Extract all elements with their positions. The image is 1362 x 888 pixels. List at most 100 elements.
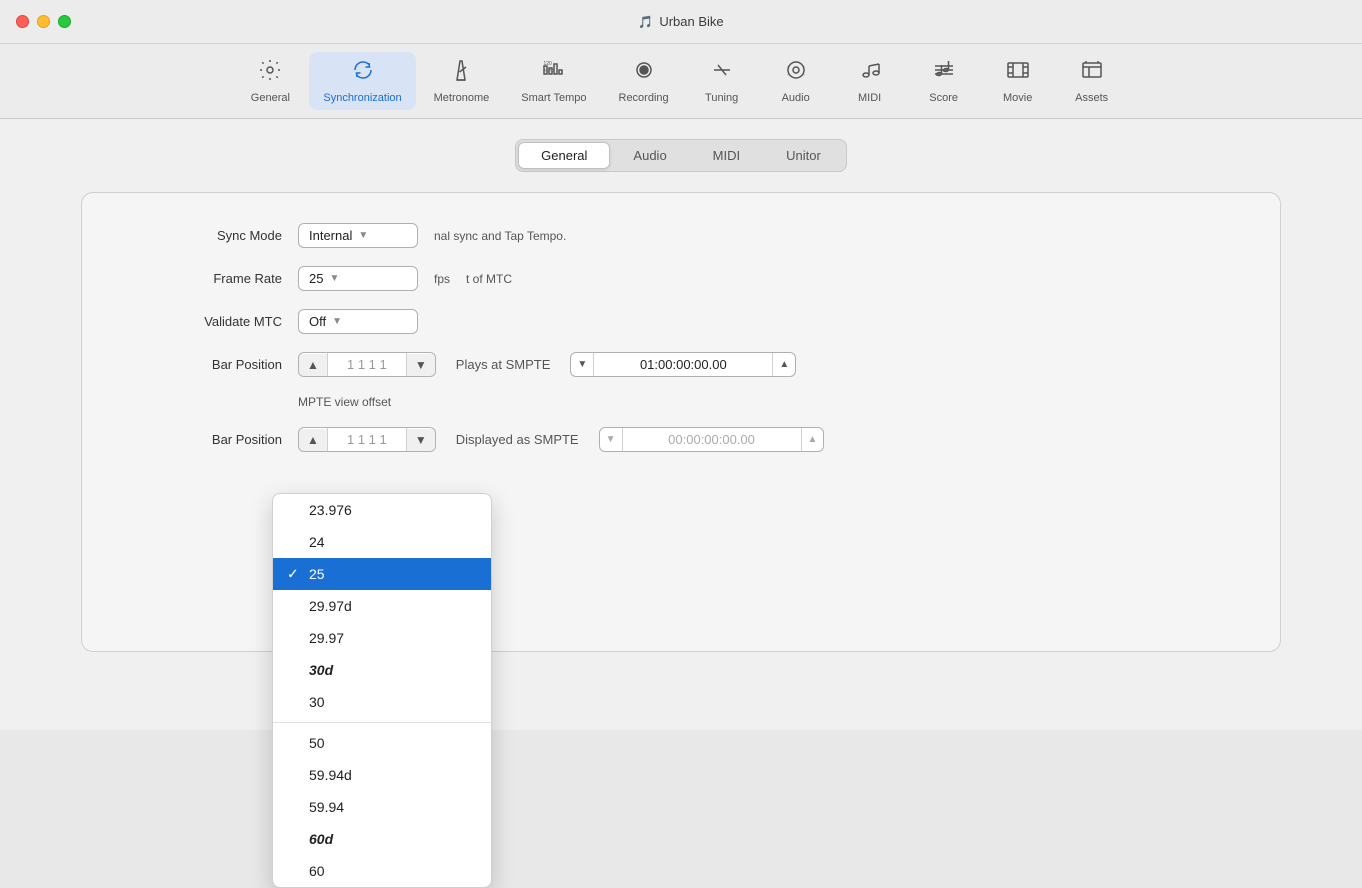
gear-icon — [258, 58, 282, 88]
toolbar-item-recording[interactable]: Recording — [605, 52, 683, 110]
sync-icon — [351, 58, 375, 88]
smpte-view-offset-label: MPTE view offset — [298, 395, 391, 409]
bar-position-row-1: Bar Position ▲ 1 1 1 1 ▼ Plays at SMPTE … — [122, 352, 1240, 377]
frame-rate-description: t of MTC — [466, 272, 512, 286]
smpte-up-btn-2[interactable]: ▲ — [802, 430, 824, 449]
sync-mode-label: Sync Mode — [122, 228, 282, 243]
toolbar-item-synchronization[interactable]: Synchronization — [309, 52, 415, 110]
sync-mode-control: Internal ▼ nal sync and Tap Tempo. — [298, 223, 566, 248]
score-icon — [932, 58, 956, 88]
dropdown-label-2997d: 29.97d — [309, 598, 352, 614]
displayed-as-smpte-field: ▼ 00:00:00:00.00 ▲ — [599, 427, 825, 452]
frame-rate-unit: fps — [434, 272, 450, 286]
dropdown-arrow-icon-3: ▼ — [332, 316, 342, 327]
plays-at-smpte-value: 01:00:00:00.00 — [593, 353, 773, 376]
tab-general[interactable]: General — [518, 142, 610, 169]
sync-mode-row: Sync Mode Internal ▼ nal sync and Tap Te… — [122, 223, 1240, 248]
metronome-icon — [449, 58, 473, 88]
validate-mtc-control: Off ▼ — [298, 309, 418, 334]
bar-position-down-btn-1[interactable]: ▼ — [407, 354, 435, 376]
bar-position-stepper-2: ▲ 1 1 1 1 ▼ — [298, 427, 436, 452]
sync-mode-value: Internal — [309, 228, 352, 243]
dropdown-item-25[interactable]: ✓ 25 — [273, 558, 491, 590]
tuning-icon — [710, 58, 734, 88]
bar-position-stepper-1: ▲ 1 1 1 1 ▼ — [298, 352, 436, 377]
dropdown-label-30d: 30d — [309, 662, 333, 678]
toolbar-item-audio[interactable]: Audio — [761, 52, 831, 110]
dropdown-item-60[interactable]: 60 — [273, 855, 491, 887]
toolbar-item-score[interactable]: Score — [909, 52, 979, 110]
dropdown-label-60: 60 — [309, 863, 325, 879]
tab-bar: General Audio MIDI Unitor — [515, 139, 847, 172]
toolbar-item-midi[interactable]: MIDI — [835, 52, 905, 110]
plays-at-smpte-label: Plays at SMPTE — [456, 357, 551, 372]
close-button[interactable] — [16, 15, 29, 28]
dropdown-item-24[interactable]: 24 — [273, 526, 491, 558]
settings-panel: Sync Mode Internal ▼ nal sync and Tap Te… — [81, 192, 1281, 652]
sync-mode-dropdown[interactable]: Internal ▼ — [298, 223, 418, 248]
validate-mtc-dropdown[interactable]: Off ▼ — [298, 309, 418, 334]
tab-unitor[interactable]: Unitor — [763, 142, 844, 169]
window-title: 🎵 Urban Bike — [638, 14, 723, 29]
toolbar-item-tuning[interactable]: Tuning — [687, 52, 757, 110]
toolbar-label-tuning: Tuning — [705, 92, 738, 104]
dropdown-item-30[interactable]: 30 — [273, 686, 491, 718]
bar-position-control-1: ▲ 1 1 1 1 ▼ Plays at SMPTE ▼ 01:00:00:00… — [298, 352, 796, 377]
validate-mtc-row: Validate MTC Off ▼ — [122, 309, 1240, 334]
dropdown-item-23976[interactable]: 23.976 — [273, 494, 491, 526]
dropdown-item-5994d[interactable]: 59.94d — [273, 759, 491, 791]
dropdown-label-50: 50 — [309, 735, 325, 751]
audio-icon — [784, 58, 808, 88]
toolbar-label-audio: Audio — [782, 92, 810, 104]
frame-rate-value: 25 — [309, 271, 323, 286]
tab-midi[interactable]: MIDI — [690, 142, 763, 169]
title-bar: 🎵 Urban Bike — [0, 0, 1362, 44]
tab-audio[interactable]: Audio — [610, 142, 689, 169]
frame-rate-dropdown[interactable]: 25 ▼ — [298, 266, 418, 291]
window-title-text: Urban Bike — [659, 14, 723, 29]
toolbar-item-smart-tempo[interactable]: 120 AUTO Smart Tempo — [507, 52, 600, 110]
frame-rate-label: Frame Rate — [122, 271, 282, 286]
bar-position-down-btn-2[interactable]: ▼ — [407, 429, 435, 451]
dropdown-item-5994[interactable]: 59.94 — [273, 791, 491, 823]
smpte-down-btn-2[interactable]: ▼ — [600, 430, 622, 449]
toolbar-label-smart-tempo: Smart Tempo — [521, 92, 586, 104]
bar-position-up-btn-2[interactable]: ▲ — [299, 429, 327, 451]
assets-icon — [1080, 58, 1104, 88]
dropdown-divider — [273, 722, 491, 723]
dropdown-item-50[interactable]: 50 — [273, 727, 491, 759]
bar-position-up-btn-1[interactable]: ▲ — [299, 354, 327, 376]
smpte-offset-row: MPTE view offset — [298, 395, 1240, 409]
bar-position-row-2: Bar Position ▲ 1 1 1 1 ▼ Displayed as SM… — [122, 427, 1240, 452]
toolbar-item-metronome[interactable]: Metronome — [420, 52, 504, 110]
traffic-lights — [16, 15, 71, 28]
bar-position-control-2: ▲ 1 1 1 1 ▼ Displayed as SMPTE ▼ 00:00:0… — [298, 427, 824, 452]
toolbar-label-midi: MIDI — [858, 92, 881, 104]
smpte-down-btn[interactable]: ▼ — [571, 355, 593, 374]
main-content: General Audio MIDI Unitor Sync Mode Inte… — [0, 119, 1362, 730]
bar-position-label-2: Bar Position — [122, 432, 282, 447]
minimize-button[interactable] — [37, 15, 50, 28]
toolbar-item-general[interactable]: General — [235, 52, 305, 110]
dropdown-item-60d[interactable]: 60d — [273, 823, 491, 855]
dropdown-item-2997[interactable]: 29.97 — [273, 622, 491, 654]
dropdown-label-5994: 59.94 — [309, 799, 344, 815]
dropdown-item-2997d[interactable]: 29.97d — [273, 590, 491, 622]
toolbar-label-score: Score — [929, 92, 958, 104]
dropdown-label-60d: 60d — [309, 831, 333, 847]
smpte-up-btn[interactable]: ▲ — [773, 355, 795, 374]
frame-rate-row: Frame Rate 25 ▼ fps t of MTC — [122, 266, 1240, 291]
toolbar-item-movie[interactable]: Movie — [983, 52, 1053, 110]
displayed-as-smpte-label: Displayed as SMPTE — [456, 432, 579, 447]
toolbar-label-recording: Recording — [619, 92, 669, 104]
dropdown-label-24: 24 — [309, 534, 325, 550]
dropdown-item-30d[interactable]: 30d — [273, 654, 491, 686]
movie-icon — [1006, 58, 1030, 88]
toolbar-item-assets[interactable]: Assets — [1057, 52, 1127, 110]
bar-position-value-2: 1 1 1 1 — [327, 428, 407, 451]
sync-mode-description: nal sync and Tap Tempo. — [434, 229, 566, 243]
dropdown-label-5994d: 59.94d — [309, 767, 352, 783]
validate-mtc-label: Validate MTC — [122, 314, 282, 329]
bar-position-value-1: 1 1 1 1 — [327, 353, 407, 376]
maximize-button[interactable] — [58, 15, 71, 28]
